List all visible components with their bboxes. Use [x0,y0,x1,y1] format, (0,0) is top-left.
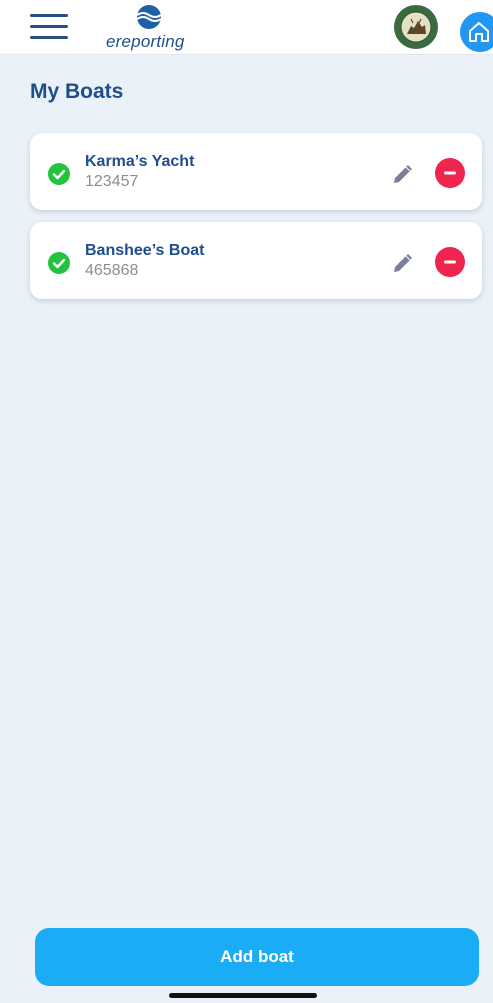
wave-globe-icon [136,5,162,29]
page-title: My Boats [30,80,124,103]
boat-registration: 123457 [85,173,139,190]
boat-name: Karma’s Yacht [85,153,195,170]
louisiana-wildlife-fisheries-seal [394,5,438,49]
boat-card[interactable]: Karma’s Yacht 123457 [30,133,482,210]
ereporting-logo: ereporting [100,4,200,52]
home-icon [469,22,489,42]
pencil-icon[interactable] [390,161,416,187]
boat-registration: 465868 [85,262,139,279]
add-boat-button[interactable]: Add boat [35,928,479,986]
minus-circle-icon[interactable] [435,158,465,188]
check-circle-icon [48,163,70,185]
check-circle-icon [48,252,70,274]
boat-card[interactable]: Banshee’s Boat 465868 [30,222,482,299]
minus-circle-icon[interactable] [435,247,465,277]
boat-name: Banshee’s Boat [85,242,205,259]
home-button[interactable] [460,12,493,52]
app-header: ereporting [0,0,493,55]
home-indicator[interactable] [169,993,317,998]
app-name: ereporting [106,32,185,51]
pencil-icon[interactable] [390,250,416,276]
hamburger-menu-icon[interactable] [30,12,70,42]
